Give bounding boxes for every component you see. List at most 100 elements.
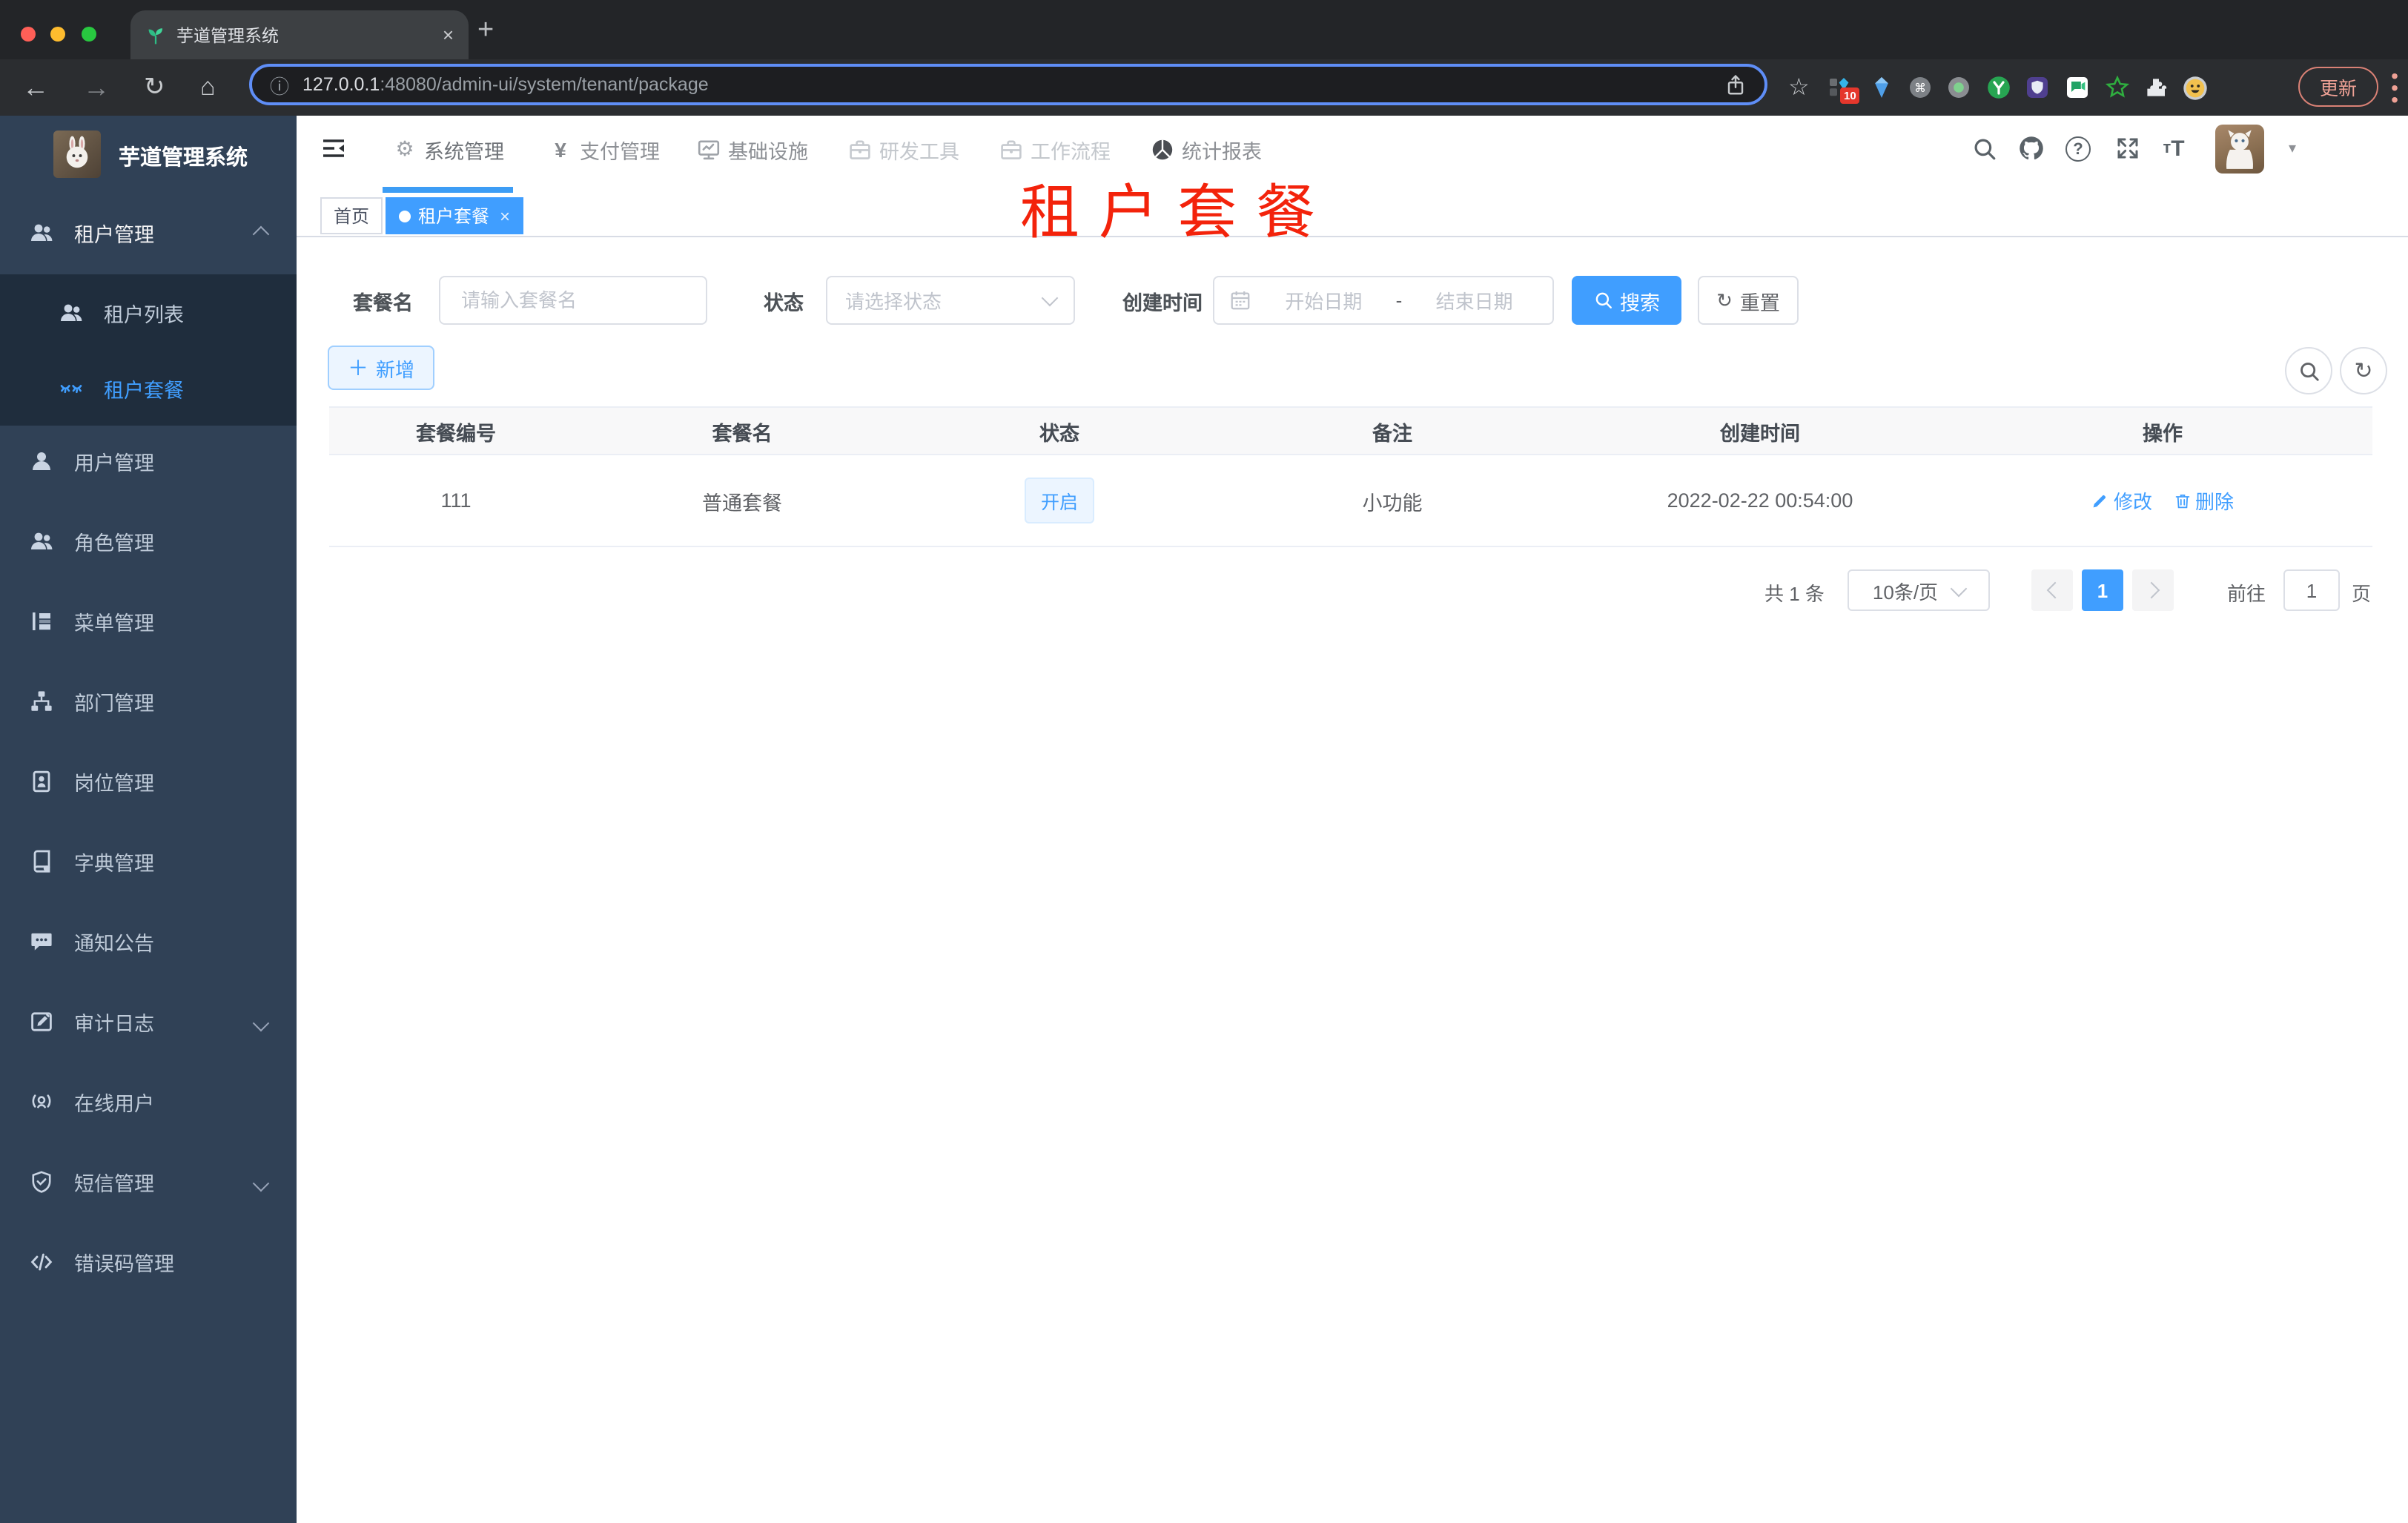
code-icon [30,1250,53,1274]
topnav-item-system[interactable]: ⚙ 系统管理 [393,116,504,182]
browser-tab[interactable]: 芋道管理系统 × [130,10,469,59]
next-page-button[interactable] [2132,569,2174,611]
search-button[interactable]: 搜索 [1572,276,1681,325]
user-avatar[interactable] [2215,125,2264,174]
shield-check-icon [30,1170,53,1194]
extension-badge-count: 10 [1840,87,1860,104]
filter-name-input-wrap [439,276,707,325]
sidebar-item-user-management[interactable]: 用户管理 [0,424,297,498]
page-unit-label: 页 [2352,583,2372,605]
sidebar-item-audit-log[interactable]: 审计日志 [0,985,297,1059]
screen: 芋道管理系统 × + ← → ↻ ⌂ ⓘ 127.0.0.1:48080/adm… [0,0,2408,1523]
tag-home[interactable]: 首页 [320,197,383,234]
extension-command-icon[interactable]: ⌘ [1908,76,1932,99]
zoom-window-button[interactable] [81,27,96,42]
dictionary-icon [30,850,53,873]
new-tab-button[interactable]: + [477,15,494,47]
extension-dot-icon[interactable] [1947,76,1971,99]
close-window-button[interactable] [21,27,36,42]
sidebar-item-dict-management[interactable]: 字典管理 [0,825,297,899]
topnav-item-infra[interactable]: 基础设施 [697,116,808,182]
date-start-placeholder[interactable]: 开始日期 [1260,286,1387,314]
sidebar-item-error-code[interactable]: 错误码管理 [0,1225,297,1299]
sidebar-item-menu-management[interactable]: 菜单管理 [0,584,297,658]
table-refresh-button[interactable]: ↻ [2340,347,2387,394]
monitor-icon [697,137,721,161]
app-root: 芋道管理系统 租户管理 租户列表 租户套餐 用户管理 角色管理 菜单管理 部门管… [0,116,2408,1523]
sidebar-item-dept-management[interactable]: 部门管理 [0,664,297,739]
data-table: 套餐编号 套餐名 状态 备注 创建时间 操作 111 普通套餐 开启 小功能 2… [329,406,2372,547]
help-icon[interactable]: ? [2065,136,2091,162]
filter-date-range[interactable]: 开始日期 - 结束日期 [1213,276,1554,325]
sidebar-collapse-icon[interactable] [319,133,348,163]
forward-icon[interactable]: → [83,59,110,116]
table-search-toggle-button[interactable] [2285,347,2332,394]
active-dot-icon [399,210,411,222]
sidebar-item-sms-management[interactable]: 短信管理 [0,1145,297,1219]
extension-star-icon[interactable] [2106,76,2129,99]
plus-icon: ＋ [347,356,368,380]
date-end-placeholder[interactable]: 结束日期 [1411,286,1538,314]
page-size-select[interactable]: 10条/页 [1848,569,1990,611]
goto-page-input[interactable] [2283,569,2340,611]
extensions-puzzle-icon[interactable] [2144,76,2168,99]
sidebar-item-online-users[interactable]: 在线用户 [0,1065,297,1139]
font-size-icon[interactable]: тT [2159,133,2189,163]
filter-created-label: 创建时间 [1122,291,1203,314]
refresh-icon: ↻ [1716,288,1733,311]
sidebar-item-role-management[interactable]: 角色管理 [0,504,297,578]
profile-avatar-icon[interactable] [2183,76,2207,100]
edit-link[interactable]: 修改 [2091,486,2152,515]
page-overlay-title: 租户套餐 [1020,181,1334,246]
github-icon[interactable] [2017,133,2046,163]
extension-gem-badge-icon[interactable]: 10 [1828,76,1860,104]
filter-status-label: 状态 [764,291,804,314]
sidebar-item-tenant-list[interactable]: 租户列表 [0,276,297,350]
cell-package-name: 普通套餐 [583,455,902,547]
table-row: 111 普通套餐 开启 小功能 2022-02-22 00:54:00 修改 删… [329,455,2372,547]
prev-page-button[interactable] [2031,569,2073,611]
extension-shield-icon[interactable] [2025,76,2049,99]
browser-menu-kebab-icon[interactable]: • • • [2389,65,2401,110]
sidebar-item-tenant-package[interactable]: 租户套餐 [0,351,297,426]
url-bar[interactable]: ⓘ 127.0.0.1:48080/admin-ui/system/tenant… [249,64,1767,105]
extension-chat-icon[interactable] [2065,76,2089,99]
filter-status-select[interactable]: 请选择状态 [826,276,1075,325]
back-icon[interactable]: ← [22,59,49,116]
topnav-item-payment[interactable]: ¥ 支付管理 [549,116,660,182]
app-title: 芋道管理系统 [119,147,248,171]
column-header: 状态 [902,408,1217,455]
topnav-item-report[interactable]: 统计报表 [1151,116,1262,182]
fullscreen-icon[interactable] [2113,133,2143,163]
tag-tenant-package[interactable]: 租户套餐 × [386,197,524,234]
topnav-item-workflow[interactable]: 工作流程 [999,116,1111,182]
tag-close-icon[interactable]: × [500,205,510,226]
update-browser-button[interactable]: 更新 [2298,67,2378,107]
sidebar-item-notice[interactable]: 通知公告 [0,905,297,979]
topnav-item-devtools[interactable]: 研发工具 [848,116,959,182]
cell-actions: 修改 删除 [1953,455,2372,547]
column-header: 套餐编号 [329,408,583,455]
add-button[interactable]: ＋ 新增 [328,346,434,390]
delete-link[interactable]: 删除 [2173,486,2234,515]
filter-name-input[interactable] [458,288,688,313]
avatar-caret-icon[interactable]: ▾ [2278,133,2307,163]
minimize-window-button[interactable] [50,27,66,42]
reload-icon[interactable]: ↻ [144,59,165,116]
share-icon[interactable] [1724,73,1747,96]
peoples-icon [30,529,53,553]
online-icon [30,1090,53,1114]
extension-y-icon[interactable] [1987,76,2011,99]
current-page-button[interactable]: 1 [2082,569,2123,611]
reset-button[interactable]: ↻ 重置 [1698,276,1799,325]
extension-gem-icon[interactable] [1870,76,1893,99]
sidebar-item-tenant-management[interactable]: 租户管理 [0,196,297,270]
header-search-icon[interactable] [1969,133,1999,163]
tab-close-icon[interactable]: × [443,24,454,46]
tab-title: 芋道管理系统 [176,27,279,45]
site-info-icon[interactable]: ⓘ [270,70,289,99]
chevron-down-icon [1950,579,1968,597]
sidebar-item-post-management[interactable]: 岗位管理 [0,744,297,819]
home-icon[interactable]: ⌂ [200,59,216,116]
bookmark-star-icon[interactable]: ☆ [1788,59,1810,116]
